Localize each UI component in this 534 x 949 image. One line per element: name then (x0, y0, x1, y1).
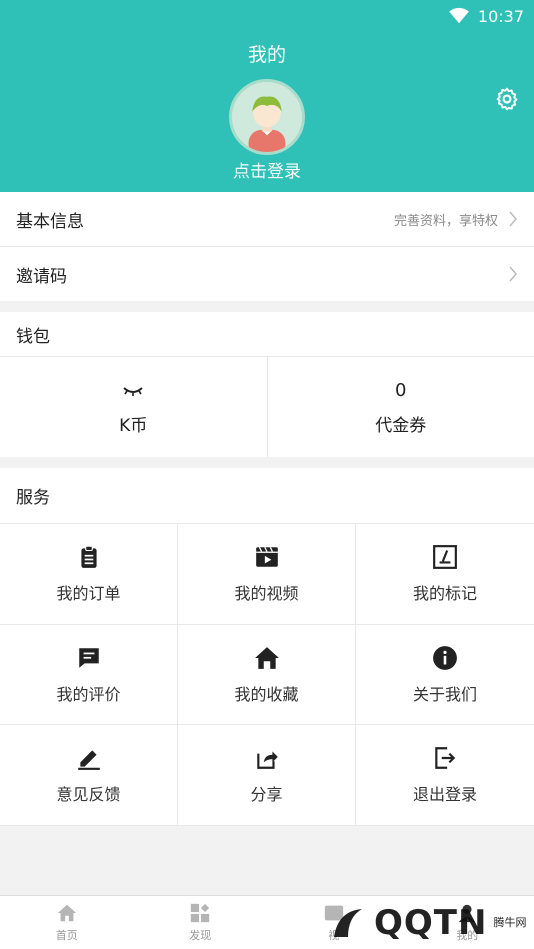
invite-code-label: 邀请码 (16, 266, 67, 287)
watermark-logo-icon (334, 909, 362, 937)
basic-info-hint: 完善资料，享特权 (393, 213, 498, 229)
share-icon (256, 751, 278, 769)
tab-label: 发现 (189, 929, 212, 942)
info-icon (433, 645, 457, 670)
wallet-title-text: 钱包 (16, 326, 50, 347)
tab-label: 首页 (55, 929, 78, 942)
services-grid: 我的订单 我的视频 我的标记 我的评价 我的收藏 关于我们 意见反馈 分享 退出… (0, 524, 534, 826)
video-icon (255, 546, 278, 567)
share-button[interactable]: 分享 (178, 725, 356, 826)
avatar[interactable] (229, 79, 305, 155)
tab-discover[interactable]: 发现 (134, 896, 268, 949)
services-title-text: 服务 (16, 488, 50, 508)
service-label: 我的收藏 (234, 684, 299, 704)
service-label: 分享 (250, 785, 283, 804)
service-label: 意见反馈 (56, 785, 121, 804)
home-tab-icon (57, 904, 76, 922)
service-label: 退出登录 (412, 785, 477, 804)
basic-info-row[interactable]: 基本信息 完善资料，享特权 (0, 192, 534, 247)
wifi-icon (448, 7, 469, 24)
service-label: 我的评价 (56, 684, 121, 704)
chevron-right-icon (509, 266, 517, 282)
voucher-value: 0 (395, 380, 407, 401)
logout-icon (435, 747, 456, 769)
invite-code-row[interactable]: 邀请码 (0, 247, 534, 301)
watermark-site: 腾牛网 (493, 916, 527, 929)
pencil-icon (77, 750, 100, 770)
voucher-label: 代金券 (375, 415, 427, 436)
kcoin-label: K币 (119, 415, 148, 436)
watermark: QQTN 腾牛网 (328, 899, 528, 947)
page-title: 我的 (247, 44, 286, 66)
tab-home[interactable]: 首页 (0, 896, 134, 949)
my-favorites-button[interactable]: 我的收藏 (178, 625, 356, 725)
service-label: 关于我们 (412, 684, 477, 704)
service-label: 我的订单 (56, 584, 121, 603)
status-time: 10:37 (477, 6, 524, 26)
basic-info-label: 基本信息 (16, 211, 84, 232)
voucher-cell[interactable]: 0 代金券 (266, 357, 534, 457)
logout-button[interactable]: 退出登录 (356, 725, 534, 826)
grid-tab-icon (191, 903, 210, 923)
wallet-panel: K币 0 代金券 (0, 357, 534, 457)
service-label: 我的视频 (234, 584, 299, 603)
wallet-title: 钱包 (0, 312, 534, 357)
feedback-button[interactable]: 意见反馈 (0, 725, 178, 826)
mark-icon (433, 545, 457, 569)
service-label: 我的标记 (412, 584, 477, 603)
comment-icon (78, 647, 99, 668)
login-link[interactable]: 点击登录 (0, 157, 534, 182)
my-orders-button[interactable]: 我的订单 (0, 524, 178, 625)
eye-closed-icon[interactable] (122, 385, 144, 397)
user-avatar-icon (248, 96, 286, 152)
clipboard-icon (80, 545, 97, 568)
home-icon (254, 646, 279, 669)
watermark-brand: QQTN (374, 903, 488, 943)
about-us-button[interactable]: 关于我们 (356, 625, 534, 725)
my-marks-button[interactable]: 我的标记 (356, 524, 534, 625)
chevron-right-icon (509, 211, 517, 227)
status-bar: 10:37 (448, 4, 524, 28)
kcoin-cell[interactable]: K币 (0, 357, 267, 457)
services-title: 服务 (0, 468, 534, 524)
my-reviews-button[interactable]: 我的评价 (0, 625, 178, 725)
gear-icon[interactable] (494, 86, 520, 112)
my-videos-button[interactable]: 我的视频 (178, 524, 356, 625)
profile-header: 10:37 我的 点击登录 (0, 0, 534, 192)
